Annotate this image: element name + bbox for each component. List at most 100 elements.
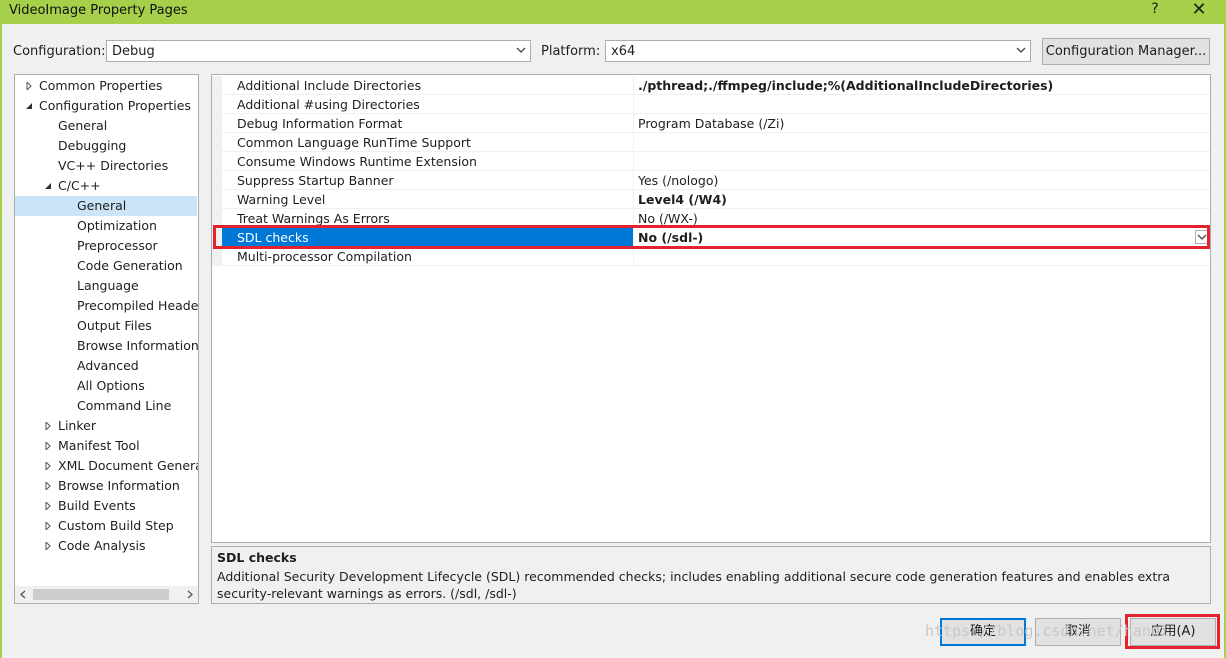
row-gutter	[212, 133, 222, 152]
tree-item[interactable]: Browse Information	[15, 476, 197, 496]
property-row[interactable]: Common Language RunTime Support	[212, 133, 1210, 152]
collapse-arrow-icon[interactable]	[44, 182, 52, 190]
property-name[interactable]: Warning Level	[222, 190, 633, 209]
property-name[interactable]: Additional Include Directories	[222, 76, 633, 95]
property-tree[interactable]: Common Properties Configuration Propertie…	[14, 74, 199, 604]
property-value[interactable]: ./pthread;./ffmpeg/include;%(AdditionalI…	[633, 76, 1210, 95]
tree-item-label: Browse Information	[58, 478, 180, 493]
tree-item[interactable]: Build Events	[15, 496, 197, 516]
window-frame-left	[0, 24, 2, 658]
property-row[interactable]: Suppress Startup Banner Yes (/nologo)	[212, 171, 1210, 190]
property-name[interactable]: Treat Warnings As Errors	[222, 209, 633, 228]
scroll-left-icon[interactable]	[19, 590, 27, 599]
window-title: VideoImage Property Pages	[9, 3, 188, 18]
row-gutter	[212, 114, 222, 133]
configuration-value: Debug	[112, 44, 155, 59]
scrollbar-thumb[interactable]	[33, 589, 169, 600]
property-row[interactable]: Additional Include Directories ./pthread;…	[212, 76, 1210, 95]
tree-item[interactable]: XML Document Generator	[15, 456, 198, 476]
tree-item[interactable]: C/C++	[15, 176, 197, 196]
tree-item[interactable]: Language	[15, 276, 197, 296]
watermark: https://blog.csdn.net/hanni	[925, 622, 1169, 640]
property-value[interactable]	[633, 133, 1210, 152]
property-name[interactable]: Additional #using Directories	[222, 95, 633, 114]
tree-horizontal-scrollbar[interactable]	[15, 586, 198, 603]
configuration-select[interactable]: Debug	[106, 40, 531, 62]
tree-item[interactable]: Advanced	[15, 356, 197, 376]
expand-arrow-icon[interactable]	[44, 502, 52, 510]
tree-item[interactable]: Precompiled Headers	[15, 296, 198, 316]
row-gutter	[212, 171, 222, 190]
property-value[interactable]: Yes (/nologo)	[633, 171, 1210, 190]
tree-item[interactable]: Linker	[15, 416, 197, 436]
tree-item[interactable]: Browse Information	[15, 336, 198, 356]
tree-item[interactable]: Command Line	[15, 396, 197, 416]
tree-item[interactable]: VC++ Directories	[15, 156, 197, 176]
property-name[interactable]: SDL checks	[222, 228, 633, 247]
description-panel: SDL checks Additional Security Developme…	[211, 546, 1211, 604]
property-name[interactable]: Suppress Startup Banner	[222, 171, 633, 190]
tree-item-label: Build Events	[58, 498, 136, 513]
tree-item[interactable]: All Options	[15, 376, 197, 396]
scroll-right-icon[interactable]	[186, 590, 194, 599]
expand-arrow-icon[interactable]	[44, 422, 52, 430]
tree-item-label: Configuration Properties	[39, 98, 191, 113]
expand-arrow-icon[interactable]	[44, 542, 52, 550]
tree-item-label: General	[58, 118, 108, 133]
tree-item-label: Code Generation	[77, 258, 183, 273]
property-row[interactable]: Additional #using Directories	[212, 95, 1210, 114]
property-name[interactable]: Debug Information Format	[222, 114, 633, 133]
tree-item[interactable]: Preprocessor	[15, 236, 197, 256]
property-name[interactable]: Common Language RunTime Support	[222, 133, 633, 152]
description-title: SDL checks	[217, 550, 297, 565]
tree-item[interactable]: Code Analysis	[15, 536, 197, 556]
row-gutter	[212, 247, 222, 266]
tree-item[interactable]: Manifest Tool	[15, 436, 197, 456]
tree-item-label: Optimization	[77, 218, 157, 233]
row-gutter	[212, 76, 222, 95]
property-value[interactable]	[633, 152, 1210, 171]
expand-arrow-icon[interactable]	[44, 462, 52, 470]
tree-item[interactable]: Output Files	[15, 316, 197, 336]
property-row[interactable]: Treat Warnings As Errors No (/WX-)	[212, 209, 1210, 228]
expand-arrow-icon[interactable]	[44, 522, 52, 530]
tree-item[interactable]: General	[15, 196, 197, 216]
property-grid[interactable]: Additional Include Directories ./pthread;…	[211, 74, 1211, 543]
property-value[interactable]	[633, 95, 1210, 114]
row-gutter	[212, 152, 222, 171]
tree-item-label: Code Analysis	[58, 538, 146, 553]
property-name[interactable]: Multi-processor Compilation	[222, 247, 633, 266]
property-value[interactable]	[633, 247, 1210, 266]
property-row[interactable]: Consume Windows Runtime Extension	[212, 152, 1210, 171]
tree-item[interactable]: Configuration Properties	[15, 96, 197, 116]
property-value[interactable]: Level4 (/W4)	[633, 190, 1210, 209]
property-row[interactable]: Debug Information Format Program Database…	[212, 114, 1210, 133]
configuration-label: Configuration:	[13, 44, 106, 59]
collapse-arrow-icon[interactable]	[25, 102, 33, 110]
tree-item[interactable]: Common Properties	[15, 76, 197, 96]
tree-item[interactable]: General	[15, 116, 197, 136]
tree-item[interactable]: Debugging	[15, 136, 197, 156]
close-button[interactable]: ✕	[1187, 0, 1211, 20]
property-value[interactable]: No (/WX-)	[633, 209, 1210, 228]
tree-item[interactable]: Optimization	[15, 216, 197, 236]
property-name[interactable]: Consume Windows Runtime Extension	[222, 152, 633, 171]
configuration-manager-button[interactable]: Configuration Manager...	[1042, 38, 1210, 65]
property-row[interactable]: Multi-processor Compilation	[212, 247, 1210, 266]
tree-item[interactable]: Code Generation	[15, 256, 197, 276]
tree-item[interactable]: Custom Build Step	[15, 516, 197, 536]
help-button[interactable]: ?	[1145, 1, 1165, 17]
value-dropdown-button[interactable]	[1195, 230, 1209, 244]
platform-select[interactable]: x64	[605, 40, 1031, 62]
property-row[interactable]: Warning Level Level4 (/W4)	[212, 190, 1210, 209]
expand-arrow-icon[interactable]	[44, 482, 52, 490]
property-value[interactable]: Program Database (/Zi)	[633, 114, 1210, 133]
expand-arrow-icon[interactable]	[44, 442, 52, 450]
expand-arrow-icon[interactable]	[25, 82, 33, 90]
chevron-down-icon	[1197, 234, 1207, 240]
title-bar: VideoImage Property Pages ? ✕	[0, 0, 1226, 24]
tree-item-label: Manifest Tool	[58, 438, 140, 453]
property-value[interactable]: No (/sdl-)	[633, 228, 1210, 247]
property-row[interactable]: SDL checks No (/sdl-)	[212, 228, 1210, 247]
row-gutter	[212, 95, 222, 114]
